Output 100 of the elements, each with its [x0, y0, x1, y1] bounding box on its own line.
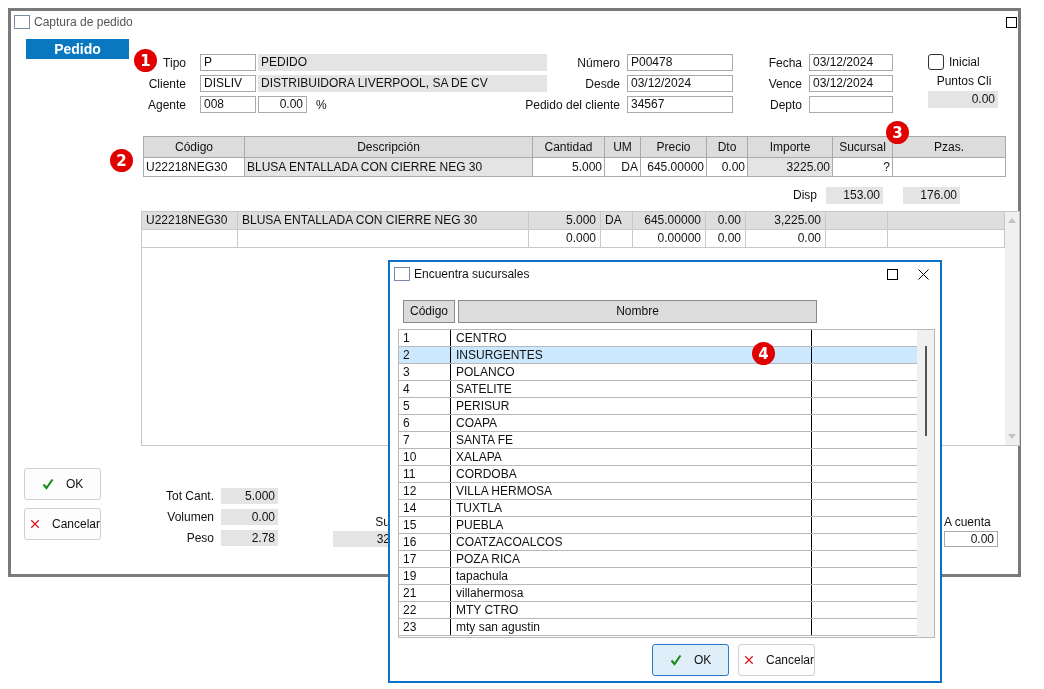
list-row[interactable]: 7 SANTA FE — [399, 432, 918, 449]
table-cell: 3 — [403, 365, 410, 379]
table-cell: 0.00 — [717, 231, 741, 245]
table-cell[interactable] — [893, 158, 1006, 177]
form-label: Volumen — [166, 509, 214, 525]
table-cell: SATELITE — [456, 382, 512, 396]
table-cell[interactable]: DA — [605, 158, 641, 177]
table-cell: 23 — [403, 620, 417, 634]
window-icon — [14, 15, 30, 29]
list-row[interactable]: 23 mty san agustin — [399, 619, 918, 636]
list-row[interactable]: 19 tapachula — [399, 568, 918, 585]
x-icon — [30, 518, 40, 530]
table-row[interactable]: 0.000 0.00000 0.00 0.00 — [142, 230, 1005, 248]
input-field[interactable]: 03/12/2024 — [809, 54, 893, 71]
table-cell: INSURGENTES — [456, 348, 543, 362]
readonly-field: 153.00 — [826, 186, 883, 204]
form-label: Puntos Cli — [935, 74, 993, 90]
column-header[interactable]: Nombre — [458, 300, 817, 323]
maximize-icon[interactable] — [887, 268, 898, 280]
form-label: Tipo — [163, 55, 186, 70]
column-header[interactable]: UM — [605, 136, 641, 158]
table-cell: tapachula — [456, 569, 509, 583]
scrollbar[interactable] — [917, 330, 934, 637]
readonly-field: 0.00 — [928, 91, 998, 108]
form-label: Agente — [147, 97, 186, 112]
list-row[interactable]: 22 MTY CTRO — [399, 602, 918, 619]
form-label: Tot Cant. — [164, 488, 214, 504]
input-field[interactable]: 03/12/2024 — [809, 75, 893, 92]
column-header[interactable]: Código — [143, 136, 245, 158]
input-field[interactable]: 008 — [200, 96, 256, 113]
input-field[interactable]: 03/12/2024 — [627, 75, 733, 92]
table-cell[interactable]: BLUSA ENTALLADA CON CIERRE NEG 30 — [245, 158, 533, 177]
table-cell[interactable]: ? — [833, 158, 893, 177]
ok-button[interactable]: OK — [652, 644, 729, 676]
list-row[interactable]: 3 POLANCO — [399, 364, 918, 381]
list-row[interactable]: 16 COATZACOALCOS — [399, 534, 918, 551]
table-cell: 4 — [403, 382, 410, 396]
maximize-icon[interactable] — [1006, 16, 1017, 28]
input-field[interactable] — [809, 96, 893, 113]
cancel-button[interactable]: Cancelar — [738, 644, 815, 676]
form-label: Número — [577, 55, 620, 70]
list-row[interactable]: 12 VILLA HERMOSA — [399, 483, 918, 500]
table-cell: 19 — [403, 569, 417, 583]
list-row[interactable]: 5 PERISUR — [399, 398, 918, 415]
table-cell[interactable]: 645.00000 — [641, 158, 707, 177]
table-cell: POLANCO — [456, 365, 515, 379]
input-field[interactable]: 34567 — [627, 96, 733, 113]
table-cell: 10 — [403, 450, 417, 464]
list-row[interactable]: 14 TUXTLA — [399, 500, 918, 517]
input-field[interactable]: 0.00 — [258, 96, 307, 113]
list-row[interactable]: 15 PUEBLA — [399, 517, 918, 534]
table-cell: 3,225.00 — [774, 213, 821, 227]
check-icon — [42, 478, 54, 490]
table-cell: 5.000 — [565, 213, 596, 227]
list-row[interactable]: 17 POZA RICA — [399, 551, 918, 568]
close-icon[interactable] — [918, 268, 929, 280]
table-cell[interactable]: U22218NEG30 — [143, 158, 245, 177]
window-title: Encuentra sucursales — [414, 267, 530, 281]
list-row[interactable]: 11 CORDOBA — [399, 466, 918, 483]
table-cell: PERISUR — [456, 399, 510, 413]
window-title: Captura de pedido — [34, 15, 133, 29]
ok-button[interactable]: OK — [24, 468, 101, 500]
table-cell[interactable]: 0.00 — [707, 158, 748, 177]
column-header[interactable]: Precio — [641, 136, 707, 158]
window-icon — [394, 267, 410, 281]
list-row[interactable]: 10 XALAPA — [399, 449, 918, 466]
checkbox[interactable] — [928, 54, 944, 70]
table-cell: 0.00000 — [657, 231, 701, 245]
input-field[interactable]: 0.00 — [944, 531, 998, 547]
list-row[interactable]: 6 COAPA — [399, 415, 918, 432]
readonly-field: 5.000 — [221, 488, 278, 504]
column-header[interactable]: Código — [403, 300, 455, 323]
table-cell: 15 — [403, 518, 417, 532]
input-field[interactable]: DISLIV — [200, 75, 256, 92]
input-field[interactable]: P — [200, 54, 256, 71]
table-row[interactable]: U22218NEG30 BLUSA ENTALLADA CON CIERRE NEG 30 5.000 DA 645.00000 0.00 3,225.00 — [142, 212, 1005, 230]
column-header[interactable]: Cantidad — [533, 136, 605, 158]
table-cell[interactable]: 3225.00 — [748, 158, 833, 177]
column-header[interactable]: Descripción — [245, 136, 533, 158]
list-row[interactable]: 4 SATELITE — [399, 381, 918, 398]
table-cell: 0.000 — [565, 231, 596, 245]
table-cell: 7 — [403, 433, 410, 447]
column-header[interactable]: Importe — [748, 136, 833, 158]
column-header[interactable]: Dto — [707, 136, 748, 158]
section-tab[interactable]: Pedido — [26, 39, 129, 59]
form-label: A cuenta — [944, 515, 992, 531]
table-cell: CENTRO — [456, 331, 507, 345]
list-row[interactable]: 21 villahermosa — [399, 585, 918, 602]
x-icon — [744, 654, 754, 666]
input-field[interactable]: P00478 — [627, 54, 733, 71]
cancel-button[interactable]: Cancelar — [24, 508, 101, 540]
table-cell: 5 — [403, 399, 410, 413]
table-cell: MTY CTRO — [456, 603, 519, 617]
table-cell: 14 — [403, 501, 417, 515]
table-cell: 12 — [403, 484, 417, 498]
table-cell[interactable]: 5.000 — [533, 158, 605, 177]
table-cell: XALAPA — [456, 450, 502, 464]
table-cell: U22218NEG30 — [146, 213, 228, 227]
readonly-field: 2.78 — [221, 530, 278, 546]
column-header[interactable]: Sucursal — [833, 136, 893, 158]
